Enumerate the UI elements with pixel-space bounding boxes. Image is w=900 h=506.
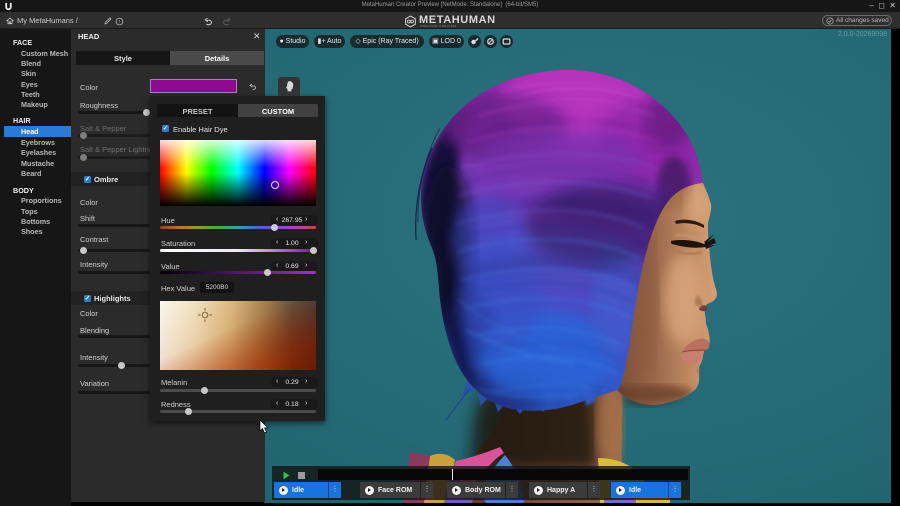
svg-text:!: ! [119,19,120,25]
